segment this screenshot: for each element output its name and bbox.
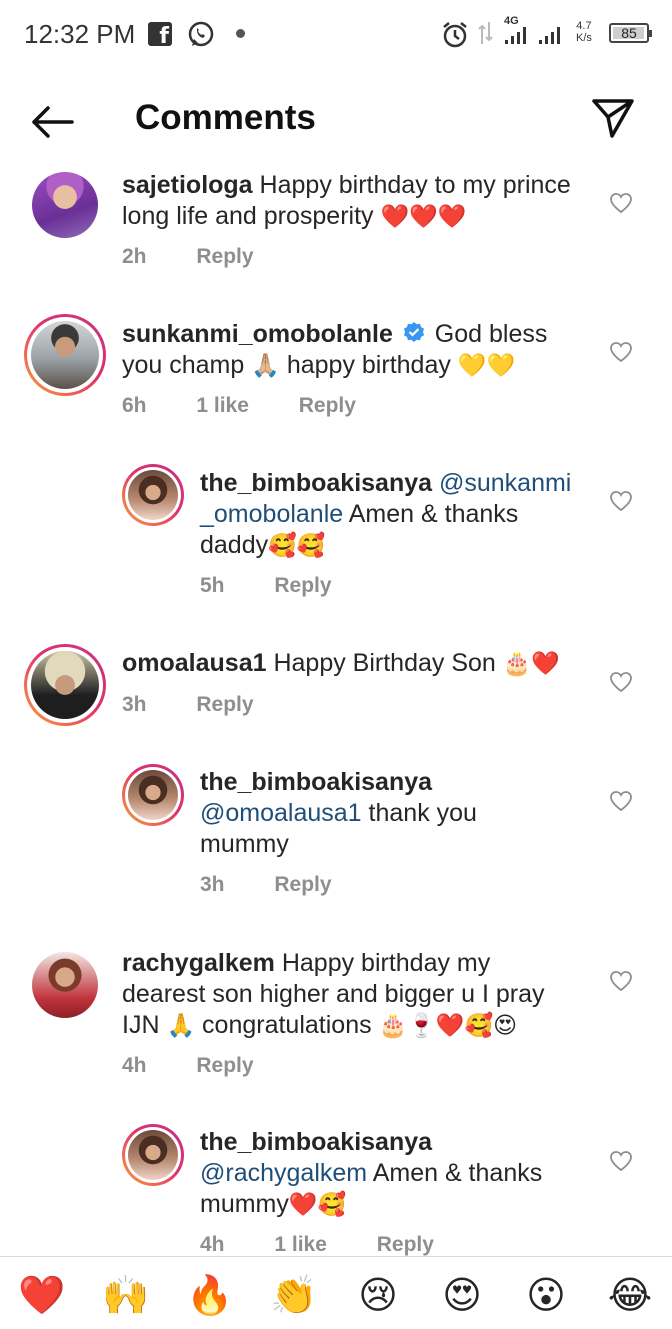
- cake-heart-emoji: 🎂❤️: [502, 651, 561, 677]
- likes-count[interactable]: 1 like: [196, 394, 249, 417]
- comment-username[interactable]: the_bimboakisanya: [200, 768, 432, 796]
- mention-link[interactable]: @rachygalkem: [200, 1159, 367, 1187]
- heart-outline-icon[interactable]: [609, 490, 633, 512]
- comment-text: sunkanmi_omobolanle God bless you champ …: [122, 320, 548, 379]
- data-arrows-icon: [478, 22, 493, 44]
- comment-time: 5h: [200, 574, 225, 597]
- reaction-laughing[interactable]: 😂: [606, 1271, 654, 1319]
- comment-text: the_bimboakisanya @rachygalkem Amen & th…: [200, 1128, 543, 1218]
- reaction-heart[interactable]: ❤️: [18, 1271, 66, 1319]
- comment-username[interactable]: rachygalkem: [122, 949, 275, 977]
- comment-time: 2h: [122, 245, 147, 268]
- reaction-raising-hands[interactable]: 🙌: [102, 1271, 150, 1319]
- facebook-icon: f: [148, 22, 172, 49]
- comment-text: sajetiologa Happy birthday to my prince …: [122, 171, 571, 230]
- comment-time: 4h: [200, 1233, 225, 1256]
- pray-emoji: 🙏: [166, 1013, 196, 1039]
- reaction-clap[interactable]: 👏: [270, 1271, 318, 1319]
- comment-username[interactable]: the_bimboakisanya: [200, 469, 432, 497]
- avatar[interactable]: [122, 464, 184, 526]
- pray-emoji: 🙏🏼: [251, 353, 280, 379]
- reply-button[interactable]: Reply: [377, 1233, 434, 1256]
- emoji-reaction-bar: ❤️ 🙌 🔥 👏 😢 😍 😮 😂: [0, 1256, 672, 1329]
- comment-username[interactable]: sajetiologa: [122, 171, 253, 199]
- reaction-crying[interactable]: 😢: [354, 1271, 402, 1319]
- direct-send-icon[interactable]: [590, 96, 636, 140]
- comment-username[interactable]: the_bimboakisanya: [200, 1128, 432, 1156]
- heart-outline-icon[interactable]: [609, 790, 633, 812]
- reaction-fire[interactable]: 🔥: [186, 1271, 234, 1319]
- battery-icon: 85: [609, 23, 652, 43]
- mention-link[interactable]: @sunkanmi: [439, 469, 571, 497]
- whatsapp-icon: [188, 21, 214, 47]
- reaction-surprised[interactable]: 😮: [522, 1271, 570, 1319]
- back-arrow-icon[interactable]: [28, 102, 78, 142]
- notification-dot: [236, 29, 245, 38]
- heart-emoji: ❤️❤️❤️: [380, 204, 467, 230]
- comment-time: 4h: [122, 1054, 147, 1077]
- yellow-heart-emoji: 💛💛: [457, 353, 516, 379]
- signal-icon-2: [539, 27, 560, 44]
- avatar[interactable]: [122, 764, 184, 826]
- mention-link-cont[interactable]: _omobolanle: [200, 500, 343, 528]
- avatar[interactable]: [24, 164, 106, 246]
- comment-time: 3h: [200, 873, 225, 896]
- reaction-heart-eyes[interactable]: 😍: [438, 1271, 486, 1319]
- comment-meta: 2h Reply: [122, 245, 298, 269]
- celebration-emojis: 🎂🍷❤️🥰😍: [378, 1013, 518, 1039]
- comment-text: the_bimboakisanya @sunkanmi _omobolanle …: [200, 469, 572, 559]
- comment-time: 6h: [122, 394, 147, 417]
- status-bar: 12:32 PM f 4G 4.7 K/s 85: [0, 0, 672, 70]
- heart-outline-icon[interactable]: [609, 192, 633, 214]
- comment-text: the_bimboakisanya @omoalausa1 thank you …: [200, 768, 477, 858]
- comment-meta: 5h Reply: [200, 574, 376, 598]
- comment-meta: 4h Reply: [122, 1054, 298, 1078]
- header: Comments: [0, 80, 672, 160]
- comment-meta: 3h Reply: [200, 873, 376, 897]
- avatar[interactable]: [122, 1124, 184, 1186]
- reply-button[interactable]: Reply: [299, 394, 356, 417]
- reply-button[interactable]: Reply: [196, 1054, 253, 1077]
- reply-button[interactable]: Reply: [196, 693, 253, 716]
- page-title: Comments: [135, 98, 316, 137]
- comment-time: 3h: [122, 693, 147, 716]
- heart-outline-icon[interactable]: [609, 970, 633, 992]
- comment-meta: 3h Reply: [122, 693, 298, 717]
- avatar[interactable]: [24, 314, 106, 396]
- comment-username[interactable]: sunkanmi_omobolanle: [122, 320, 393, 348]
- comment-text: rachygalkem Happy birthday my dearest so…: [122, 949, 545, 1039]
- avatar[interactable]: [24, 944, 106, 1026]
- battery-level: 85: [621, 25, 637, 41]
- mention-link[interactable]: @omoalausa1: [200, 799, 362, 827]
- network-speed: 4.7 K/s: [576, 20, 592, 44]
- heart-outline-icon[interactable]: [609, 1150, 633, 1172]
- status-time: 12:32 PM: [24, 19, 136, 49]
- alarm-icon: [443, 22, 467, 48]
- comment-username[interactable]: omoalausa1: [122, 649, 267, 677]
- heart-smile-emoji: ❤️🥰: [288, 1192, 347, 1218]
- comment-meta: 4h 1 like Reply: [200, 1233, 478, 1257]
- avatar[interactable]: [24, 644, 106, 726]
- comment-text: omoalausa1 Happy Birthday Son 🎂❤️: [122, 649, 561, 677]
- heart-outline-icon[interactable]: [609, 671, 633, 693]
- reply-button[interactable]: Reply: [274, 873, 331, 896]
- reply-button[interactable]: Reply: [196, 245, 253, 268]
- verified-badge-icon: [403, 322, 424, 342]
- signal-icon-1: [505, 27, 526, 44]
- smiling-hearts-emoji: 🥰🥰: [268, 533, 326, 559]
- likes-count[interactable]: 1 like: [274, 1233, 327, 1256]
- heart-outline-icon[interactable]: [609, 341, 633, 363]
- comment-meta: 6h 1 like Reply: [122, 394, 400, 418]
- reply-button[interactable]: Reply: [274, 574, 331, 597]
